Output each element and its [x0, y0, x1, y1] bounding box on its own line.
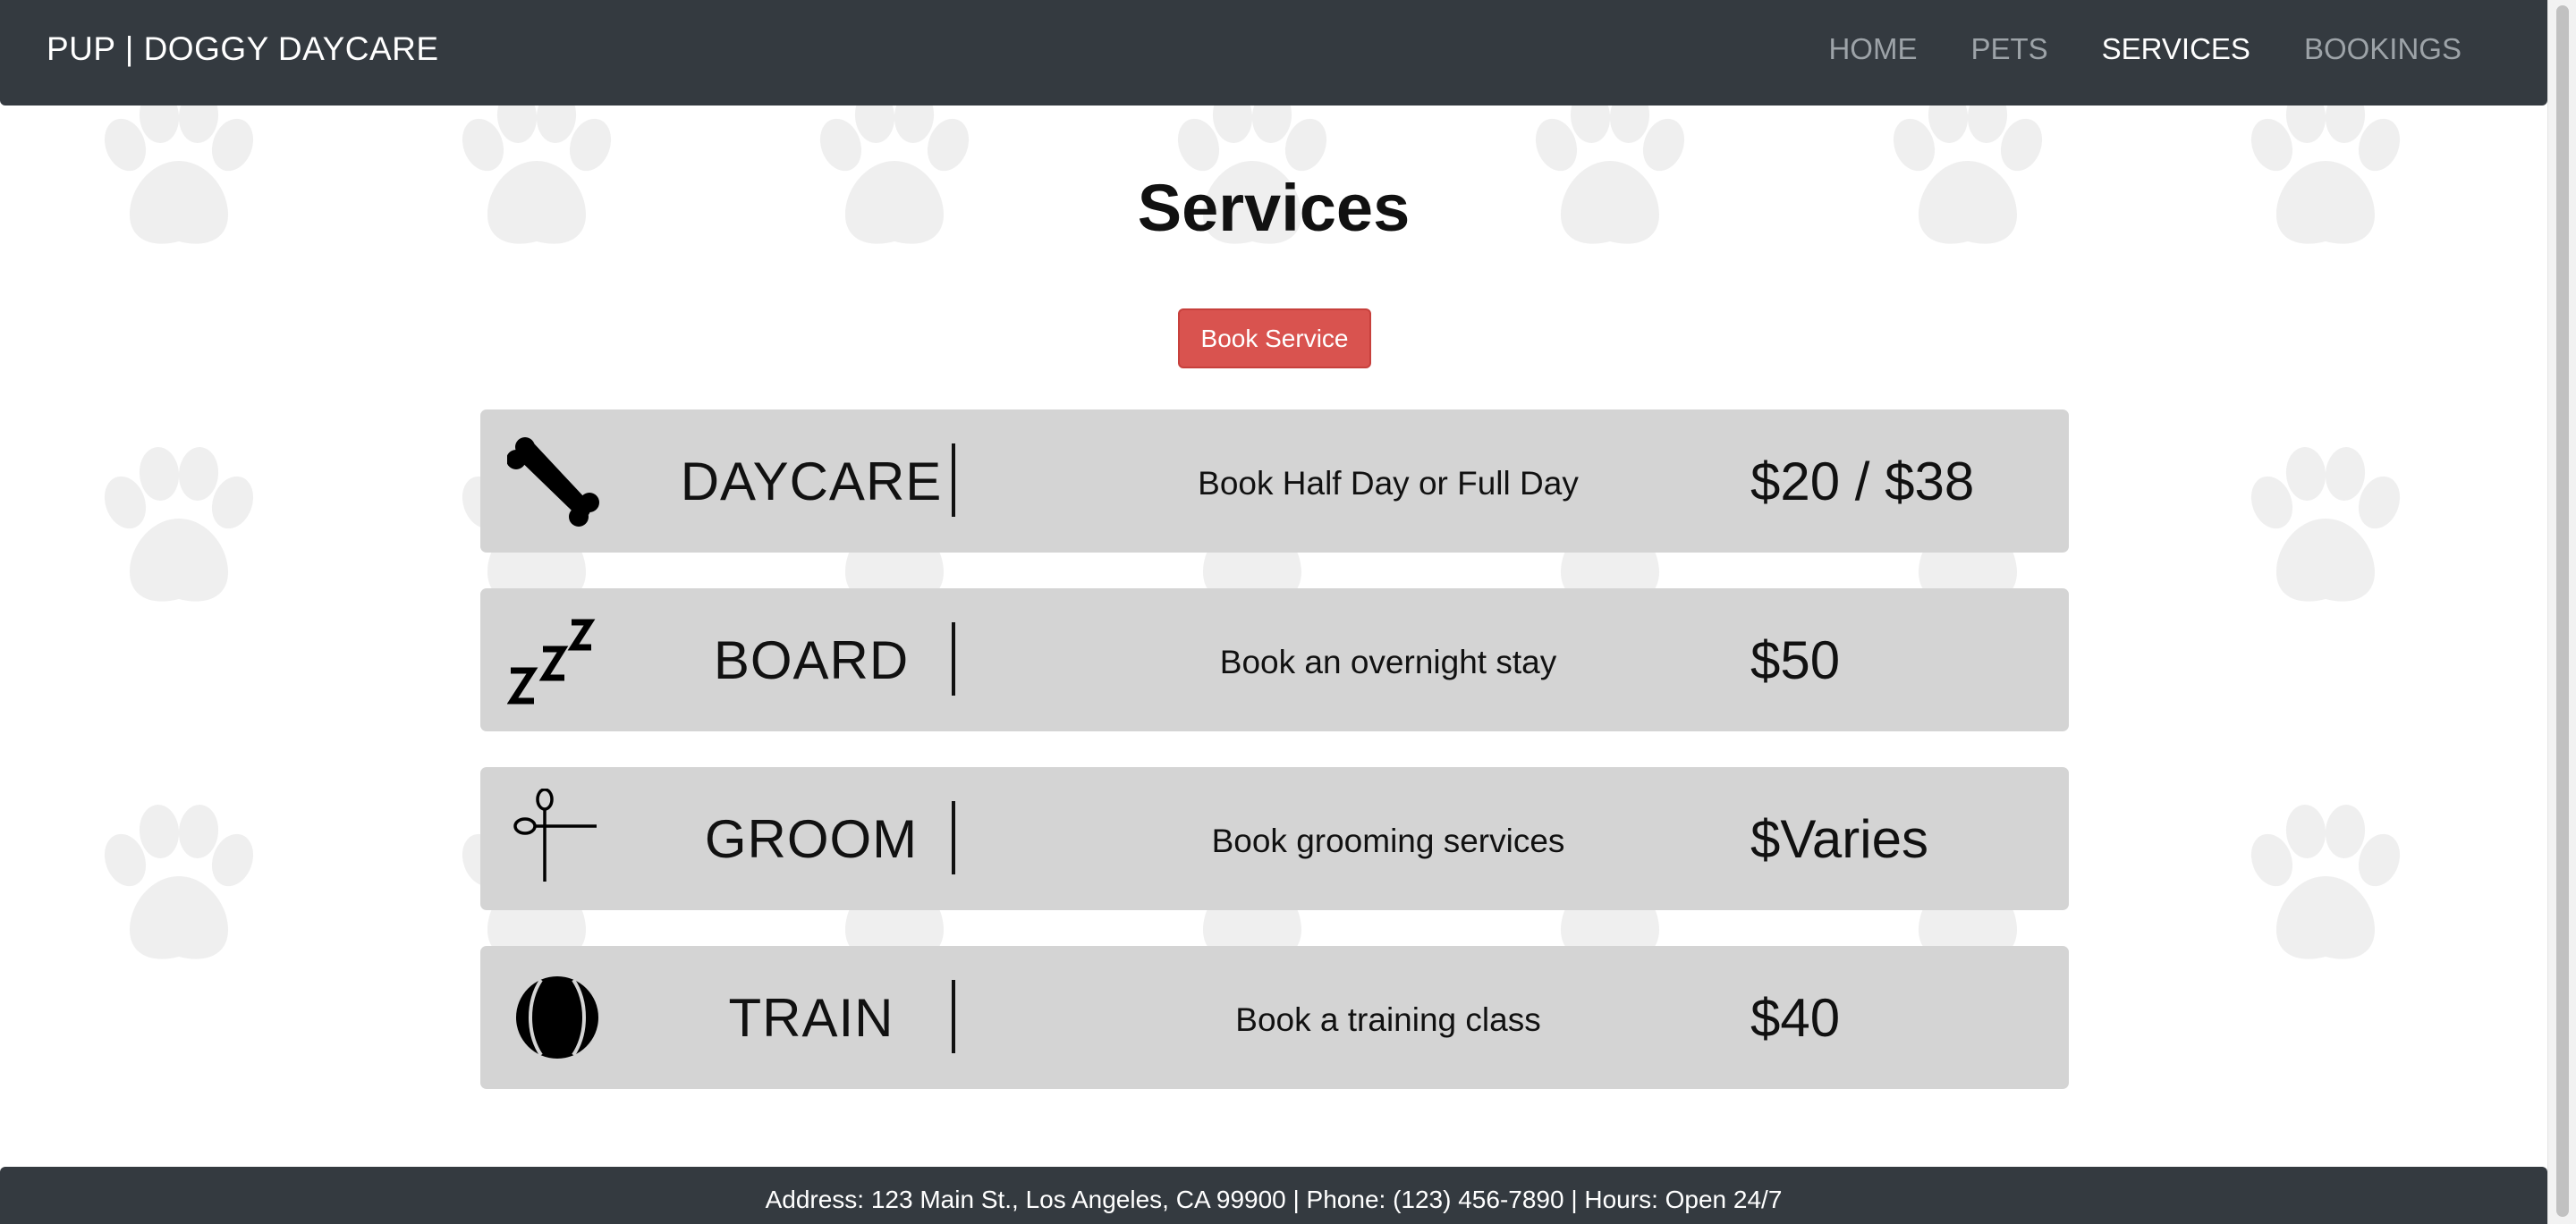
paw-print-icon [89, 447, 259, 617]
bone-icon [507, 431, 607, 531]
service-price: $50 [1750, 630, 1841, 690]
divider [952, 801, 955, 874]
footer: Address: 123 Main St., Los Angeles, CA 9… [0, 1167, 2547, 1224]
nav-link-bookings[interactable]: BOOKINGS [2304, 32, 2462, 66]
footer-contact-info: Address: 123 Main St., Los Angeles, CA 9… [765, 1186, 1783, 1213]
scissors-icon [507, 789, 607, 889]
service-description: Book grooming services [1211, 823, 1565, 859]
scrollbar[interactable] [2547, 0, 2576, 1224]
service-description: Book an overnight stay [1219, 644, 1557, 680]
service-price: $40 [1750, 988, 1841, 1048]
service-card-board[interactable]: BOARD Book an overnight stay $50 [480, 588, 2069, 731]
page-title: Services [1137, 171, 1411, 245]
divider [952, 980, 955, 1053]
navbar: PUP | DOGGY DAYCARE HOME PETS SERVICES B… [0, 0, 2547, 106]
service-description: Book a training class [1235, 1001, 1541, 1038]
divider [952, 443, 955, 517]
services-list: DAYCARE Book Half Day or Full Day $20 / … [480, 409, 2069, 1125]
nav-links: HOME PETS SERVICES BOOKINGS [1775, 32, 2462, 66]
service-name: GROOM [704, 809, 919, 869]
nav-link-pets[interactable]: PETS [1970, 32, 2047, 66]
paw-print-icon [2236, 447, 2406, 617]
scrollbar-thumb[interactable] [2556, 5, 2569, 1217]
sleep-zzz-icon [507, 610, 607, 710]
divider [952, 622, 955, 696]
service-price: $Varies [1750, 809, 1928, 869]
service-name: TRAIN [728, 988, 894, 1048]
brand-logo-text[interactable]: PUP | DOGGY DAYCARE [47, 30, 439, 68]
nav-link-home[interactable]: HOME [1828, 32, 1917, 66]
page: PUP | DOGGY DAYCARE HOME PETS SERVICES B… [0, 0, 2576, 1224]
service-name: BOARD [713, 630, 910, 690]
paw-print-icon [2236, 805, 2406, 975]
ball-icon [507, 967, 607, 1068]
nav-link-services[interactable]: SERVICES [2102, 32, 2250, 66]
service-name: DAYCARE [680, 452, 943, 511]
book-service-button[interactable]: Book Service [1178, 308, 1371, 368]
service-card-groom[interactable]: GROOM Book grooming services $Varies [480, 767, 2069, 910]
service-card-daycare[interactable]: DAYCARE Book Half Day or Full Day $20 / … [480, 409, 2069, 553]
service-description: Book Half Day or Full Day [1198, 465, 1579, 502]
service-price: $20 / $38 [1750, 452, 1975, 511]
service-card-train[interactable]: TRAIN Book a training class $40 [480, 946, 2069, 1089]
paw-print-icon [89, 805, 259, 975]
